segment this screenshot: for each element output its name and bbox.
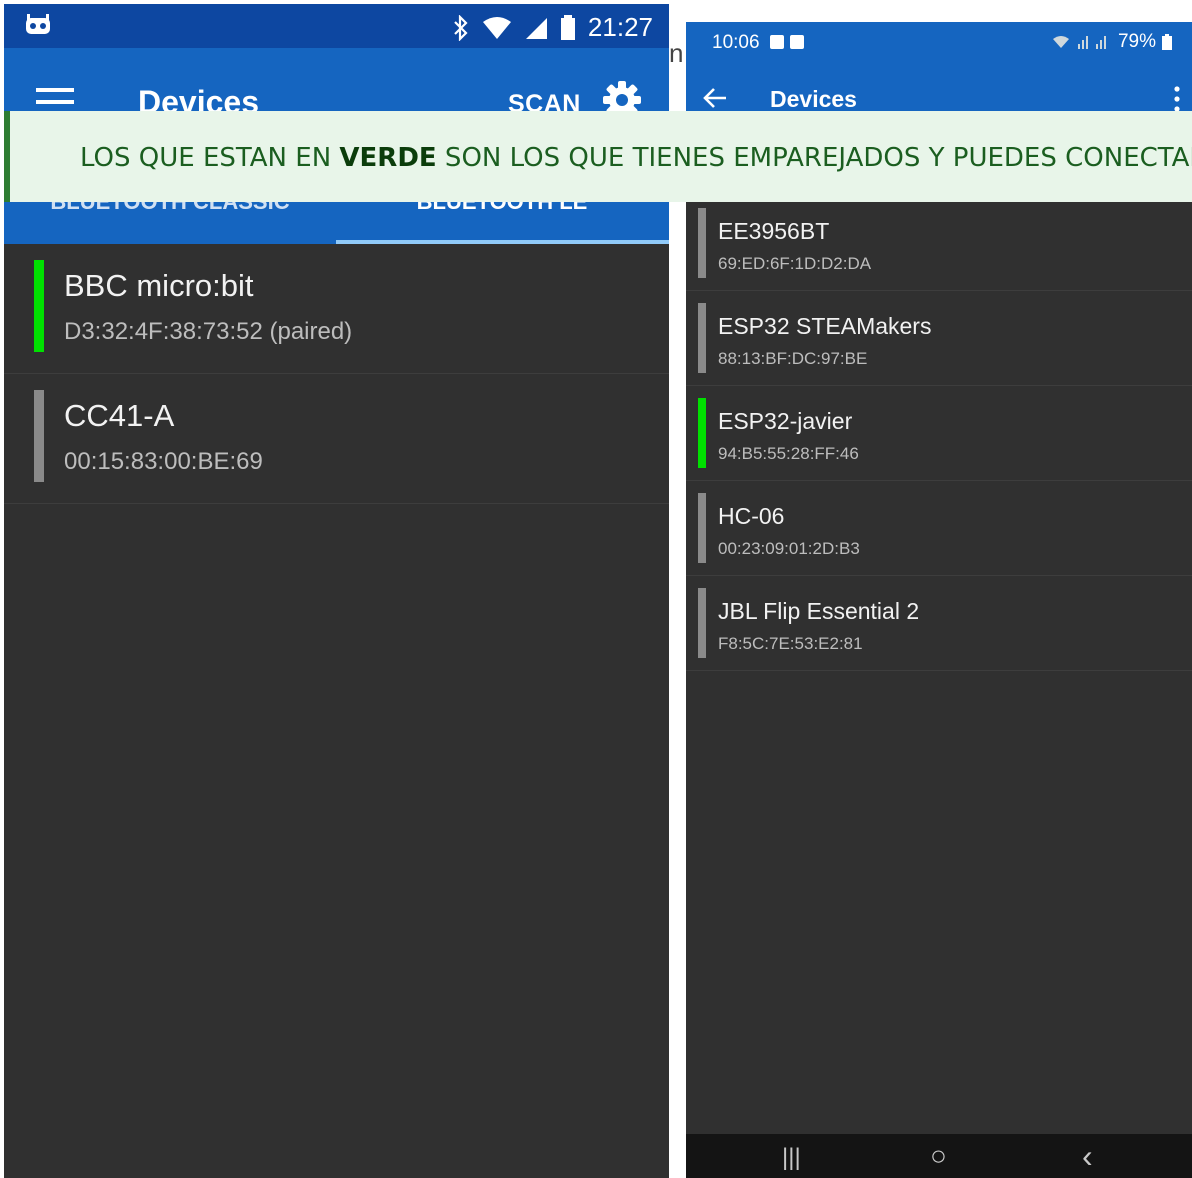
stray-text-fragment: n <box>669 38 684 68</box>
device-name: EE3956BT <box>718 218 830 244</box>
device-name: JBL Flip Essential 2 <box>718 598 920 624</box>
annotation-text-after: SON LOS QUE TIENES EMPAREJADOS Y PUEDES … <box>436 143 1192 173</box>
device-row[interactable]: ESP32-javier 94:B5:55:28:FF:46 <box>686 386 1192 481</box>
gallery-notification-icon <box>790 35 804 49</box>
paired-status-bar <box>34 260 44 352</box>
left-status-time: 21:27 <box>587 12 653 42</box>
battery-percentage: 79% <box>1117 31 1156 52</box>
annotation-banner: LOS QUE ESTAN EN VERDE SON LOS QUE TIENE… <box>4 111 1192 202</box>
device-address: 88:13:BF:DC:97:BE <box>718 349 868 368</box>
device-name: BBC micro:bit <box>64 268 254 303</box>
paired-status-bar <box>698 398 706 468</box>
back-arrow-icon[interactable] <box>702 86 728 110</box>
robot-icon <box>26 14 50 34</box>
home-button[interactable]: ○ <box>930 1140 947 1172</box>
device-name: HC-06 <box>718 503 785 529</box>
bluetooth-icon <box>454 14 468 41</box>
battery-icon <box>560 14 575 40</box>
left-device-list: BBC micro:bit D3:32:4F:38:73:52 (paired)… <box>4 244 669 504</box>
annotation-text-before: LOS QUE ESTAN EN <box>80 143 340 173</box>
device-name: ESP32 STEAMakers <box>718 313 932 339</box>
battery-icon <box>1162 34 1172 50</box>
unpaired-status-bar <box>698 303 706 373</box>
device-name: CC41-A <box>64 398 175 433</box>
annotation-text-bold: VERDE <box>339 143 437 173</box>
unpaired-status-bar <box>34 390 44 482</box>
device-name: ESP32-javier <box>718 408 853 434</box>
wifi-icon <box>1052 36 1069 48</box>
device-row[interactable]: CC41-A 00:15:83:00:BE:69 <box>4 374 669 504</box>
device-address: 94:B5:55:28:FF:46 <box>718 444 859 463</box>
recents-button[interactable]: ||| <box>782 1144 801 1172</box>
system-navigation-bar: ||| ○ ‹ <box>686 1134 1192 1178</box>
signal-icon <box>525 17 547 39</box>
device-address: 69:ED:6F:1D:D2:DA <box>718 254 872 273</box>
device-row[interactable]: HC-06 00:23:09:01:2D:B3 <box>686 481 1192 576</box>
right-status-time: 10:06 <box>712 32 760 53</box>
device-address: F8:5C:7E:53:E2:81 <box>718 634 863 653</box>
device-address: D3:32:4F:38:73:52 (paired) <box>64 318 353 345</box>
device-row[interactable]: ESP32 STEAMakers 88:13:BF:DC:97:BE <box>686 291 1192 386</box>
right-status-bar: 10:06 79% <box>686 22 1192 62</box>
device-row[interactable]: EE3956BT 69:ED:6F:1D:D2:DA <box>686 196 1192 291</box>
device-address: 00:23:09:01:2D:B3 <box>718 539 860 558</box>
device-address: 00:15:83:00:BE:69 <box>64 448 263 475</box>
unpaired-status-bar <box>698 588 706 658</box>
wifi-icon <box>482 16 511 39</box>
back-button[interactable]: ‹ <box>1082 1138 1093 1175</box>
unpaired-status-bar <box>698 493 706 563</box>
unpaired-status-bar <box>698 208 706 278</box>
calendar-notification-icon <box>770 35 784 49</box>
composite-screenshot: 21:27 Devices SCAN BBC micro:bit D3:32:4… <box>0 0 1192 1178</box>
right-page-title: Devices <box>770 86 857 112</box>
more-options-icon[interactable] <box>1174 86 1180 112</box>
right-device-list: EE3956BT 69:ED:6F:1D:D2:DA ESP32 STEAMak… <box>686 196 1192 671</box>
device-row[interactable]: BBC micro:bit D3:32:4F:38:73:52 (paired) <box>4 244 669 374</box>
left-status-bar: 21:27 <box>4 4 669 48</box>
signal-icon <box>1077 36 1106 49</box>
annotation-text: LOS QUE ESTAN EN VERDE SON LOS QUE TIENE… <box>80 143 1192 173</box>
device-row[interactable]: JBL Flip Essential 2 F8:5C:7E:53:E2:81 <box>686 576 1192 671</box>
